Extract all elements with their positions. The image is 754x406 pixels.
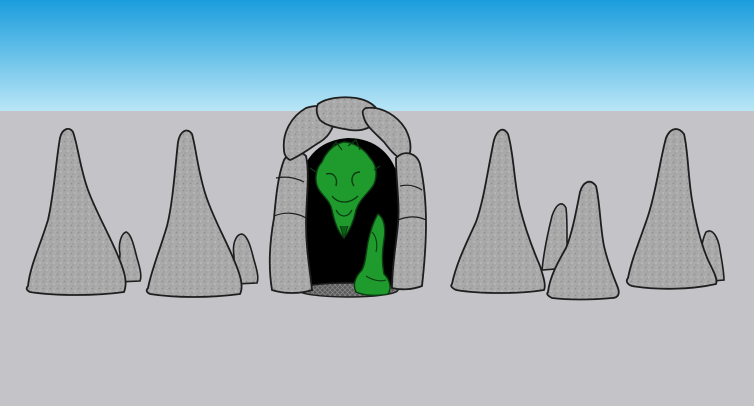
sky bbox=[0, 0, 754, 111]
cave-archway bbox=[268, 96, 427, 298]
scene-canvas bbox=[0, 0, 754, 406]
